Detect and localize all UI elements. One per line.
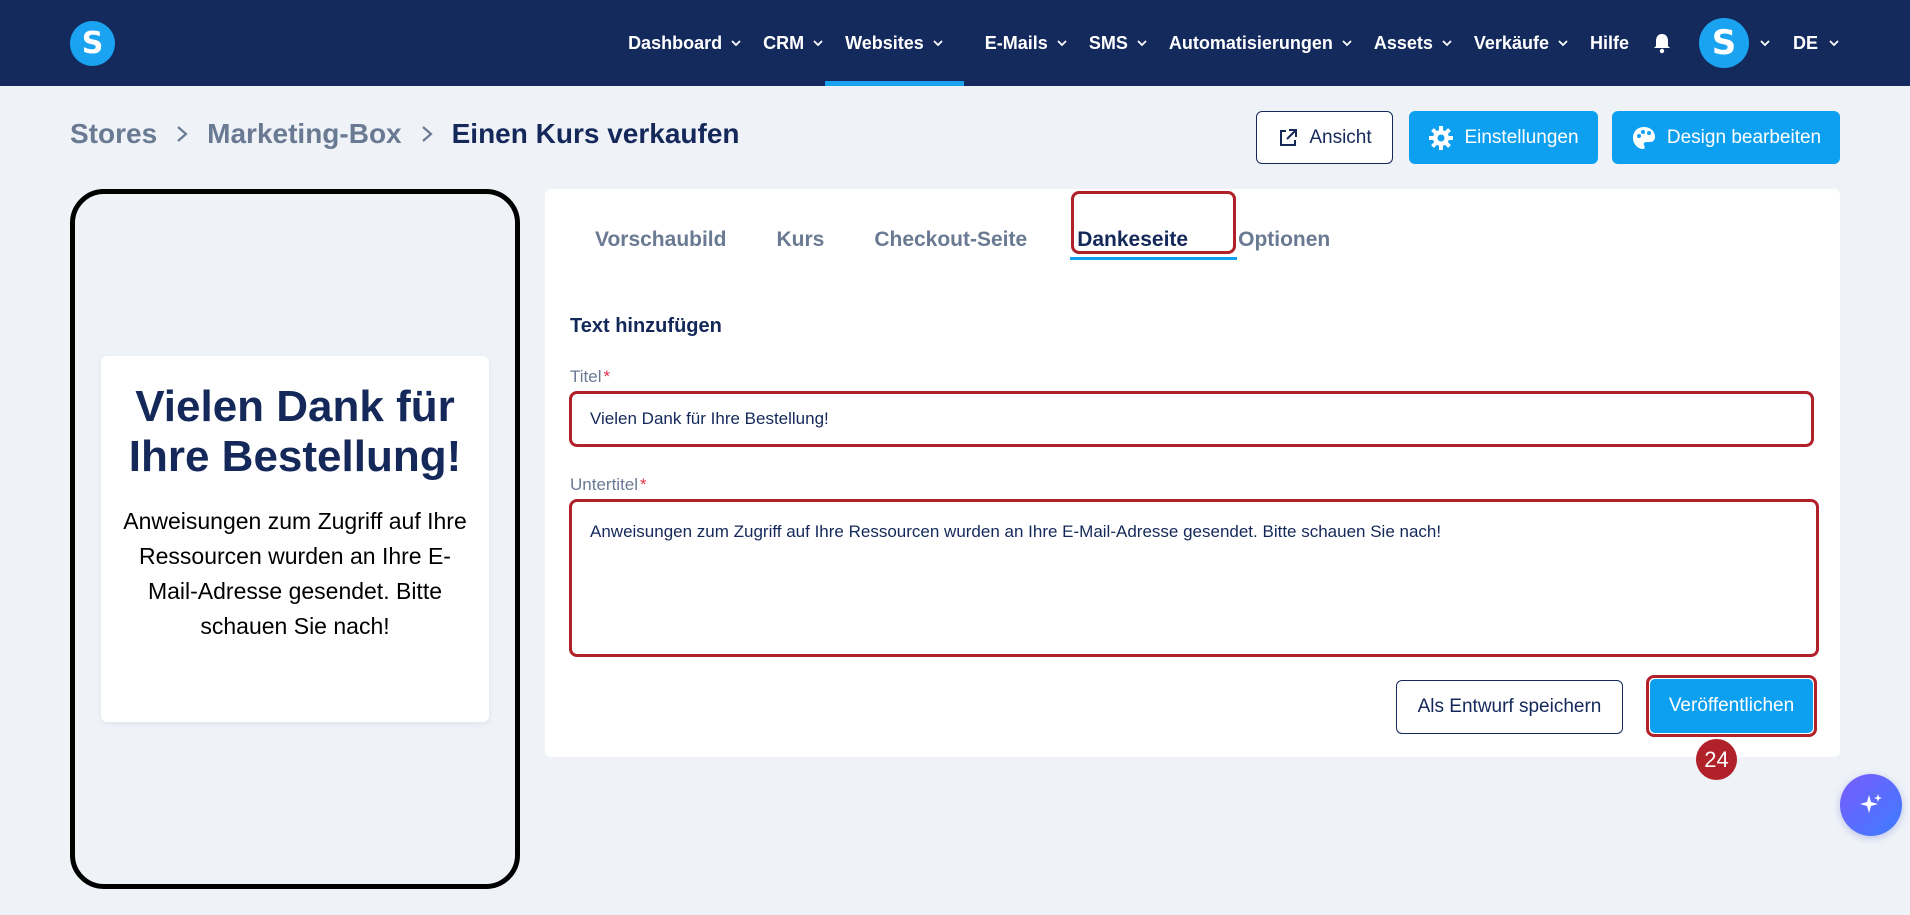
required-marker: * bbox=[640, 475, 647, 494]
required-marker: * bbox=[603, 367, 611, 386]
language-label: DE bbox=[1792, 32, 1818, 53]
page-title: Einen Kurs verkaufen bbox=[451, 118, 740, 149]
main-nav: Dashboard CRM Websites E-Mails SMS Autom… bbox=[628, 0, 1840, 86]
title-input-value: Vielen Dank für Ihre Bestellung! bbox=[590, 409, 829, 428]
chevron-down-icon bbox=[933, 40, 943, 47]
nav-item-label: Websites bbox=[845, 32, 924, 53]
subtitle-textarea-value: Anweisungen zum Zugriff auf Ihre Ressour… bbox=[590, 522, 1442, 541]
nav-item-help[interactable]: Hilfe bbox=[1590, 0, 1629, 86]
chevron-down-icon bbox=[813, 40, 823, 47]
save-draft-button[interactable]: Als Entwurf speichern bbox=[1396, 680, 1623, 734]
preview-title: Vielen Dank für Ihre Bestellung! bbox=[128, 382, 462, 481]
nav-item-sales[interactable]: Verkäufe bbox=[1474, 0, 1569, 86]
view-button-label: Ansicht bbox=[1309, 126, 1372, 148]
ai-assistant-button[interactable] bbox=[1840, 774, 1902, 836]
chevron-down-icon bbox=[1442, 40, 1452, 47]
publish-button-label: Veröffentlichen bbox=[1668, 695, 1795, 716]
nav-item-label: Hilfe bbox=[1589, 32, 1629, 53]
nav-item-label: CRM bbox=[763, 32, 805, 53]
nav-item-dashboard[interactable]: Dashboard bbox=[628, 0, 742, 86]
edit-design-button-label: Design bearbeiten bbox=[1666, 126, 1822, 148]
nav-item-label: Assets bbox=[1373, 32, 1433, 53]
view-button[interactable]: Ansicht bbox=[1256, 111, 1393, 164]
top-navigation-bar: S Dashboard CRM Websites E-Mails SMS Aut… bbox=[0, 0, 1910, 86]
chevron-down-icon bbox=[731, 40, 741, 47]
chevron-down-icon bbox=[1342, 40, 1352, 47]
nav-item-automations[interactable]: Automatisierungen bbox=[1169, 0, 1353, 86]
section-title: Text hinzufügen bbox=[570, 315, 722, 337]
chevron-down-icon bbox=[1558, 40, 1568, 47]
nav-item-websites[interactable]: Websites bbox=[825, 0, 964, 86]
editor-panel: Vorschaubild Kurs Checkout-Seite Dankese… bbox=[545, 189, 1840, 757]
nav-item-label: E-Mails bbox=[984, 32, 1048, 53]
chevron-down-icon bbox=[1137, 40, 1147, 47]
gear-icon bbox=[1429, 125, 1454, 150]
subtitle-label-text: Untertitel bbox=[570, 475, 639, 494]
tab-options[interactable]: Optionen bbox=[1238, 219, 1330, 261]
nav-item-crm[interactable]: CRM bbox=[763, 0, 824, 86]
tab-preview-image[interactable]: Vorschaubild bbox=[595, 219, 726, 261]
sparkles-icon bbox=[1860, 794, 1882, 813]
title-label-text: Titel bbox=[570, 367, 602, 386]
tab-bar: Vorschaubild Kurs Checkout-Seite Dankese… bbox=[595, 219, 1380, 261]
thank-you-preview-card: Vielen Dank für Ihre Bestellung! Anweisu… bbox=[101, 356, 489, 722]
subtitle-textarea[interactable]: Anweisungen zum Zugriff auf Ihre Ressour… bbox=[569, 499, 1819, 657]
tab-course[interactable]: Kurs bbox=[776, 219, 824, 261]
nav-item-label: Verkäufe bbox=[1473, 32, 1549, 53]
nav-item-label: Dashboard bbox=[628, 32, 723, 53]
breadcrumb-item-marketing-box[interactable]: Marketing-Box bbox=[207, 118, 401, 150]
edit-design-button[interactable]: Design bearbeiten bbox=[1612, 111, 1840, 164]
nav-item-label: Automatisierungen bbox=[1168, 32, 1333, 53]
breadcrumb-item-stores[interactable]: Stores bbox=[70, 118, 157, 150]
user-avatar[interactable]: S bbox=[1698, 18, 1749, 68]
active-tab-underline bbox=[1070, 257, 1237, 260]
chevron-down-icon[interactable] bbox=[1759, 37, 1771, 49]
save-draft-button-label: Als Entwurf speichern bbox=[1417, 696, 1602, 717]
nav-item-sms[interactable]: SMS bbox=[1089, 0, 1148, 86]
nav-item-label: SMS bbox=[1088, 32, 1128, 53]
palette-icon bbox=[1632, 126, 1655, 149]
settings-button[interactable]: Einstellungen bbox=[1409, 111, 1598, 164]
step-number-badge: 24 bbox=[1696, 739, 1737, 780]
bell-icon[interactable] bbox=[1650, 31, 1674, 55]
active-tab-highlight bbox=[1071, 191, 1236, 254]
publish-button[interactable]: Veröffentlichen bbox=[1650, 679, 1813, 733]
preview-subtitle: Anweisungen zum Zugriff auf Ihre Ressour… bbox=[123, 508, 467, 639]
external-link-icon bbox=[1280, 128, 1298, 146]
chevron-right-icon bbox=[177, 126, 188, 142]
breadcrumb: Stores Marketing-Box Einen Kurs verkaufe… bbox=[70, 118, 740, 150]
subtitle-field-label: Untertitel * bbox=[570, 475, 647, 495]
app-logo[interactable]: S bbox=[70, 21, 115, 66]
language-selector[interactable]: DE bbox=[1793, 33, 1840, 54]
tab-checkout-page[interactable]: Checkout-Seite bbox=[874, 219, 1027, 261]
title-input[interactable]: Vielen Dank für Ihre Bestellung! bbox=[569, 391, 1814, 447]
settings-button-label: Einstellungen bbox=[1464, 126, 1579, 148]
chevron-down-icon bbox=[1829, 40, 1839, 47]
nav-item-emails[interactable]: E-Mails bbox=[985, 0, 1068, 86]
nav-item-assets[interactable]: Assets bbox=[1374, 0, 1453, 86]
title-field-label: Titel * bbox=[570, 367, 610, 387]
chevron-right-icon bbox=[421, 126, 433, 142]
chevron-down-icon bbox=[1057, 40, 1067, 47]
